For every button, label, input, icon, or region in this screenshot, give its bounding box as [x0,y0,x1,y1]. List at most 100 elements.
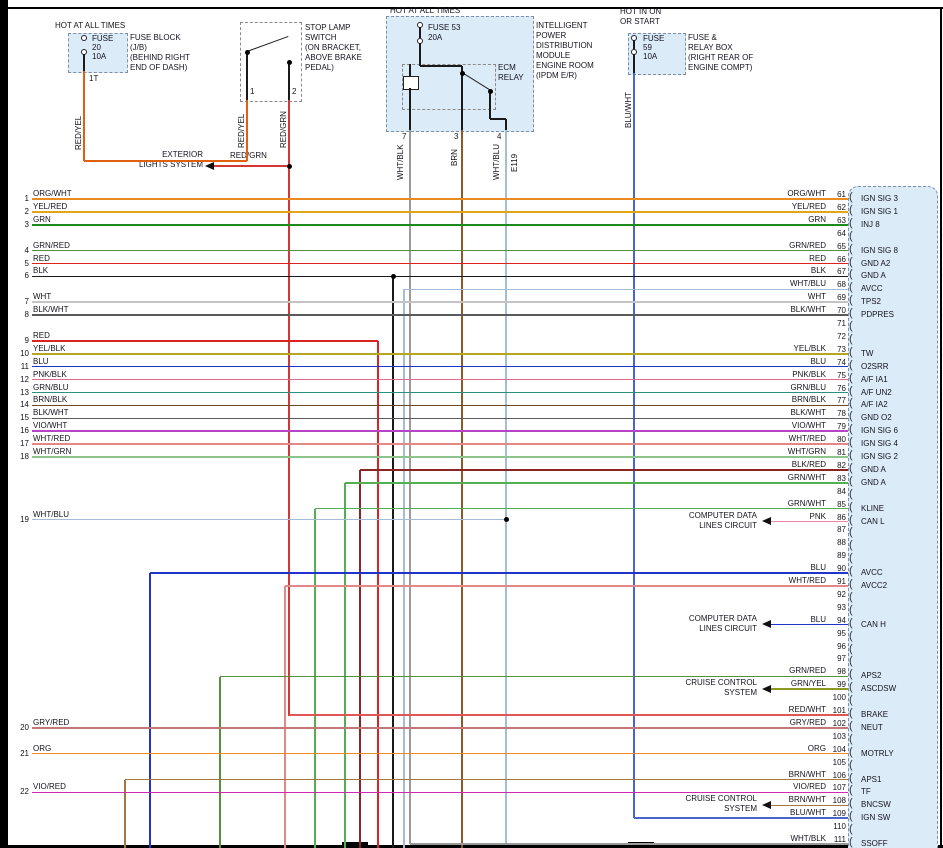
exterior-lights-arrow-icon [205,162,214,170]
wire-to-pin-82 [360,469,848,471]
ipdm-desc: DISTRIBUTION [536,41,592,51]
pin-wire-label: VIO/WHT [726,421,826,431]
pin-number: 95 [824,629,846,639]
pin-arc-icon: ( [849,760,853,771]
junction-dot [460,71,465,76]
ecm-relay-label: RELAY [498,73,524,83]
pin-arc-icon: ( [849,231,853,242]
pin-number: 76 [824,384,846,394]
pin-name: CAN H [861,620,886,630]
pin-arc-icon: ( [849,386,853,397]
jb-hot-label: HOT AT ALL TIMES [55,21,125,31]
row-number: 16 [12,426,29,436]
pin-arc-icon: ( [849,785,853,796]
pin-wire-label: VIO/RED [726,782,826,792]
pin-number: 84 [824,487,846,497]
wire-to-pin-99 [771,688,848,690]
pin-name: SSOFF [861,839,888,848]
frame-left [0,0,8,848]
computer-annotation: COMPUTER DATA [627,511,757,521]
junction-dot [287,60,292,65]
junction-dot [245,50,250,55]
cruise-arrow-icon [762,685,771,693]
wire-to-pin-94 [771,624,848,626]
computer-annotation: LINES CIRCUIT [627,624,757,634]
wire-to-pin-85 [315,508,848,510]
ipdm-wire-label: BRN [450,149,460,166]
ipdm-pin-number: 7 [402,132,406,142]
ipdm-hot-label: HOT AT ALL TIMES [390,6,460,16]
pin-wire-label: GRY/RED [726,718,826,728]
wire-vertical [409,130,411,844]
stop-lamp-desc: PEDAL) [305,63,334,73]
wire-vertical [409,88,411,130]
pin-arc-icon: ( [849,618,853,629]
pin-name: A/F IA1 [861,375,888,385]
pin-arc-icon: ( [849,631,853,642]
pin-number: 72 [824,332,846,342]
pin-number: 93 [824,603,846,613]
cruise-annotation: SYSTEM [627,688,757,698]
wire-vertical [83,71,85,161]
pin-arc-icon: ( [849,682,853,693]
pin-wire-label: RED [726,254,826,264]
wire-to-pin-101 [289,714,848,716]
ipdm-pin-number: 3 [454,132,458,142]
cruise-annotation: CRUISE CONTROL [627,794,757,804]
pin-number: 62 [824,203,846,213]
pin-name: CAN L [861,517,885,527]
jb-fuse-amps: 10A [92,52,106,62]
row-number: 8 [12,310,29,320]
pin-arc-icon: ( [849,605,853,616]
pin-number: 73 [824,345,846,355]
relay-coil-icon [403,76,419,90]
pin-number: 92 [824,590,846,600]
pin-wire-label: ORG [726,744,826,754]
junction-dot [504,517,509,522]
pin-name: A/F IA2 [861,400,888,410]
jb-desc-line: (J/B) [130,43,147,53]
wire-vertical [633,40,635,49]
wire-to-pin-98 [220,676,848,678]
wire-to-pin-90 [150,572,848,574]
wire-vertical [633,73,635,818]
pin-number: 89 [824,551,846,561]
row-number: 18 [12,452,29,462]
pin-arc-icon: ( [849,360,853,371]
jb-desc-line: FUSE BLOCK [130,33,181,43]
fuse59-desc: (RIGHT REAR OF [688,53,753,63]
pin-name: O2SRR [861,362,889,372]
pin-number: 70 [824,306,846,316]
pin-arc-icon: ( [849,205,853,216]
pin-name: AVCC [861,568,883,578]
pin-number: 69 [824,293,846,303]
wire-vertical [419,43,421,66]
pin-arc-icon: ( [849,579,853,590]
computer-annotation: COMPUTER DATA [627,614,757,624]
wire-vertical [403,289,405,848]
pin-name: IGN SW [861,813,890,823]
stop-lamp-desc: SWITCH [305,33,337,43]
fuse59-desc: FUSE & [688,33,717,43]
ipdm-fuse-label: FUSE 53 [428,23,460,33]
pin-arc-icon: ( [849,644,853,655]
row-number: 19 [12,515,29,525]
pin-arc-icon: ( [849,515,853,526]
pin-arc-icon: ( [849,695,853,706]
wire-to-pin-108 [771,805,848,807]
pin-wire-label: YEL/RED [726,202,826,212]
row-number: 22 [12,787,29,797]
pin-wire-label: GRN/BLU [726,383,826,393]
row-number: 21 [12,749,29,759]
wire-vertical [409,64,411,76]
junction-dot [391,274,396,279]
pin-name: ASCDSW [861,684,896,694]
pin-number: 110 [824,822,846,832]
pin-name: IGN SIG 1 [861,207,898,217]
pin-name: BNCSW [861,800,891,810]
frame-right [940,7,942,848]
pin-number: 87 [824,525,846,535]
pin-number: 65 [824,242,846,252]
ipdm-wire-label: WHT/BLK [396,144,406,180]
pin-arc-icon: ( [849,798,853,809]
